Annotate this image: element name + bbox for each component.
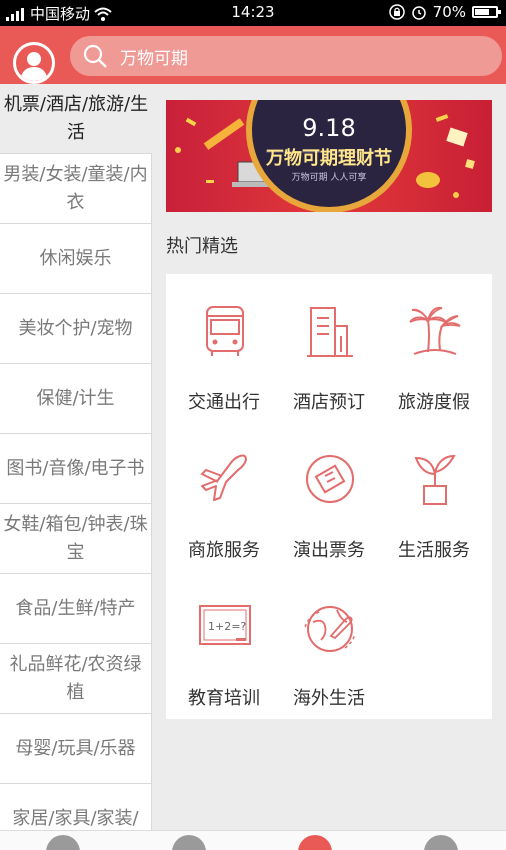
service-hotel[interactable]: 酒店预订: [275, 274, 383, 422]
sidebar-item-beauty-pets[interactable]: 美妆个护/宠物: [0, 294, 152, 364]
top-header: 万物可期: [0, 26, 506, 84]
user-avatar[interactable]: [13, 42, 55, 84]
service-label: 海外生活: [293, 688, 365, 709]
svg-text:1+2=?: 1+2=?: [208, 620, 246, 633]
sidebar-item-label: 女鞋/箱包/钟表/珠宝: [3, 513, 148, 563]
sidebar-item-leisure[interactable]: 休闲娱乐: [0, 224, 152, 294]
service-business-travel[interactable]: 商旅服务: [170, 422, 278, 570]
battery-icon: [472, 6, 501, 18]
palm-tree-icon: [409, 306, 461, 355]
sidebar-item-books[interactable]: 图书/音像/电子书: [0, 434, 152, 504]
sidebar-item-label: 美妆个护/宠物: [18, 317, 133, 339]
airplane-icon: [200, 454, 247, 501]
search-icon: [83, 44, 107, 68]
service-label: 酒店预订: [293, 392, 365, 413]
sidebar-item-travel-life[interactable]: 机票/酒店/旅游/生活: [0, 84, 152, 154]
service-label: 商旅服务: [188, 540, 260, 561]
lock-rotation-icon: [388, 4, 405, 20]
service-label: 生活服务: [398, 540, 470, 561]
service-education[interactable]: 1+2=? 教育培训: [170, 570, 278, 718]
sidebar-item-health[interactable]: 保健/计生: [0, 364, 152, 434]
sidebar-item-label: 礼品鲜花/农资绿植: [9, 653, 142, 703]
service-vacation[interactable]: 旅游度假: [380, 274, 488, 422]
banner-title: 万物可期理财节: [266, 148, 392, 169]
user-icon: [20, 52, 48, 81]
sidebar-item-label: 男装/女装/童装/内衣: [3, 163, 148, 213]
sidebar-item-shoes-bags[interactable]: 女鞋/箱包/钟表/珠宝: [0, 504, 152, 574]
sidebar-item-label: 家居/家具/家装/: [12, 807, 139, 829]
sidebar-item-label: 休闲娱乐: [39, 247, 112, 269]
globe-plane-icon: [304, 606, 356, 652]
search-placeholder: 万物可期: [120, 48, 188, 69]
ticket-icon: [306, 455, 354, 503]
sidebar-item-label: 食品/生鲜/特产: [15, 597, 136, 619]
promo-banner[interactable]: 9.18 万物可期理财节 万物可期 人人可享: [166, 100, 492, 212]
service-overseas[interactable]: 海外生活: [275, 570, 383, 718]
alarm-icon: [411, 6, 426, 20]
service-grid: 交通出行 酒店预订 旅游度假 商旅服务 演出票务 生活服务 1+2=? 教育培训…: [166, 274, 492, 719]
blackboard-icon: 1+2=?: [199, 605, 251, 645]
section-title: 热门精选: [166, 236, 238, 257]
bus-icon: [206, 306, 244, 356]
service-life[interactable]: 生活服务: [380, 422, 488, 570]
sidebar-item-label: 母婴/玩具/乐器: [15, 737, 136, 759]
sidebar-item-home[interactable]: 家居/家具/家装/: [0, 784, 152, 830]
plant-icon: [414, 454, 456, 505]
hotel-icon: [307, 307, 353, 357]
sidebar-item-gifts[interactable]: 礼品鲜花/农资绿植: [0, 644, 152, 714]
sidebar-item-baby[interactable]: 母婴/玩具/乐器: [0, 714, 152, 784]
service-tickets[interactable]: 演出票务: [275, 422, 383, 570]
sidebar-item-label: 图书/音像/电子书: [6, 457, 145, 479]
sidebar-item-apparel[interactable]: 男装/女装/童装/内衣: [0, 154, 152, 224]
service-label: 旅游度假: [398, 392, 470, 413]
service-transport[interactable]: 交通出行: [170, 274, 278, 422]
sidebar-item-label: 保健/计生: [36, 387, 115, 409]
search-bar[interactable]: 万物可期: [70, 36, 502, 76]
bottom-nav: [0, 830, 506, 850]
category-tab-icon[interactable]: [298, 835, 332, 850]
category-sidebar: 机票/酒店/旅游/生活 男装/女装/童装/内衣 休闲娱乐 美妆个护/宠物 保健/…: [0, 84, 152, 830]
home-tab-icon[interactable]: [46, 835, 80, 850]
sidebar-item-food[interactable]: 食品/生鲜/特产: [0, 574, 152, 644]
service-label: 交通出行: [188, 392, 260, 413]
service-label: 教育培训: [188, 688, 260, 709]
status-bar: 中国移动 14:23 70%: [0, 0, 506, 26]
banner-date: 9.18: [302, 114, 356, 142]
battery-percent: 70%: [432, 3, 466, 21]
service-label: 演出票务: [293, 540, 365, 561]
profile-tab-icon[interactable]: [424, 835, 458, 850]
sidebar-item-label: 机票/酒店/旅游/生活: [3, 93, 149, 143]
cart-tab-icon[interactable]: [172, 835, 206, 850]
banner-tagline: 万物可期 人人可享: [291, 173, 367, 183]
